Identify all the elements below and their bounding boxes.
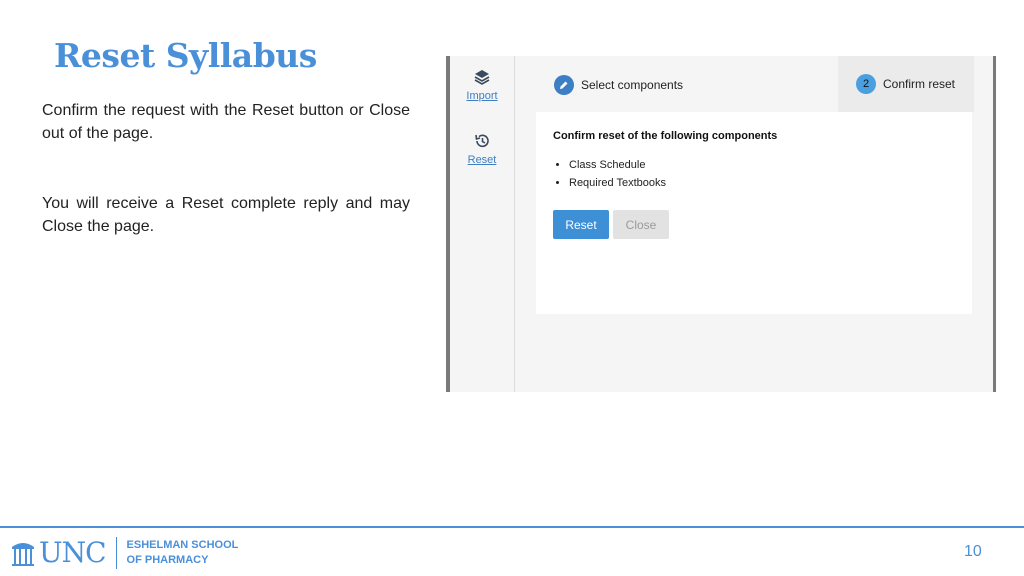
page-number: 10 bbox=[964, 543, 982, 560]
instruction-paragraph-2: You will receive a Reset complete reply … bbox=[42, 195, 410, 235]
school-name-line-2: OF PHARMACY bbox=[126, 553, 209, 566]
sidebar-item-import[interactable]: Import bbox=[450, 68, 514, 102]
step-select-components-label: Select components bbox=[581, 78, 684, 92]
reset-button[interactable]: Reset bbox=[553, 210, 609, 239]
wizard-stepbar: Select components 2 Confirm reset bbox=[534, 56, 974, 112]
school-name-line-1: ESHELMAN SCHOOL bbox=[126, 538, 239, 551]
confirm-reset-card: Confirm reset of the following component… bbox=[536, 112, 972, 314]
footer-divider bbox=[0, 526, 1024, 528]
sidebar-item-reset[interactable]: Reset bbox=[450, 132, 514, 166]
step-number-badge: 2 bbox=[856, 74, 876, 94]
app-screenshot: Import Reset Select components 2 Confirm… bbox=[446, 56, 996, 392]
step-confirm-reset-label: Confirm reset bbox=[883, 77, 956, 91]
sidebar-item-reset-label: Reset bbox=[467, 154, 497, 166]
old-well-icon bbox=[12, 542, 34, 566]
screenshot-right-border bbox=[993, 56, 996, 392]
confirm-heading: Confirm reset of the following component… bbox=[553, 130, 778, 142]
logo-separator bbox=[115, 536, 117, 569]
slide-title: Reset Syllabus bbox=[54, 36, 317, 75]
list-item: Class Schedule bbox=[569, 156, 666, 174]
instruction-paragraph-1: Confirm the request with the Reset butto… bbox=[42, 102, 410, 142]
logo-wordmark: UNC bbox=[39, 536, 107, 569]
school-name: ESHELMAN SCHOOL OF PHARMACY bbox=[127, 538, 239, 568]
unc-logo: UNC ESHELMAN SCHOOL OF PHARMACY bbox=[10, 536, 238, 569]
pencil-icon bbox=[554, 75, 574, 95]
list-item: Required Textbooks bbox=[569, 174, 666, 192]
sidebar-item-import-label: Import bbox=[466, 90, 498, 102]
close-button[interactable]: Close bbox=[613, 210, 669, 239]
layers-icon bbox=[474, 70, 490, 85]
step-select-components[interactable]: Select components bbox=[554, 75, 683, 95]
step-confirm-reset: 2 Confirm reset bbox=[838, 56, 974, 112]
tool-sidebar: Import Reset bbox=[450, 56, 515, 392]
history-icon bbox=[475, 134, 489, 148]
component-list: Class Schedule Required Textbooks bbox=[553, 156, 666, 192]
